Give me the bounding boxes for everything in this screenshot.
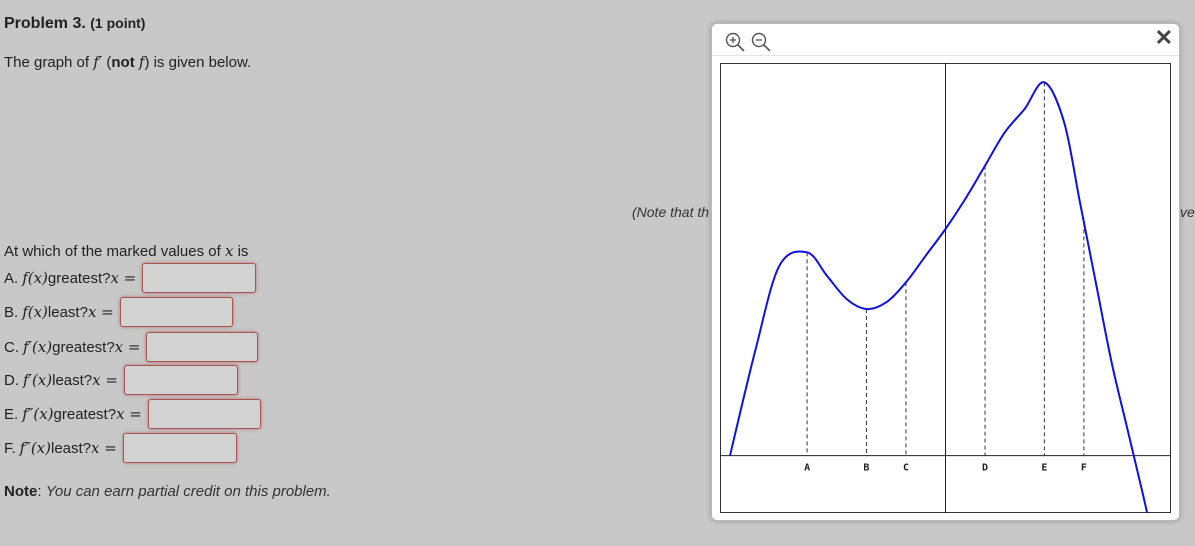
problem-intro: The graph of f′ (not f) is given below. xyxy=(4,53,251,71)
question-function: f′(x) xyxy=(23,371,53,389)
question-letter: F. xyxy=(4,439,16,457)
zoom-out-icon[interactable] xyxy=(750,31,772,53)
question-function: f(x) xyxy=(22,303,48,321)
question-function: f′(x) xyxy=(23,338,53,356)
problem-title: Problem 3. (1 point) xyxy=(4,15,145,33)
marker-label-d: D xyxy=(982,463,988,474)
question-equals: x = xyxy=(92,371,118,389)
intro-close: ) is given below. xyxy=(144,54,252,71)
question-function: f″(x) xyxy=(22,405,54,423)
close-button[interactable]: ✕ xyxy=(1155,26,1173,50)
question-letter: C. xyxy=(4,338,19,356)
question-row: A. f(x) greatest? x = xyxy=(4,261,257,295)
question-text: greatest? xyxy=(53,405,117,423)
marker-label-f: F xyxy=(1081,463,1087,474)
answer-input[interactable] xyxy=(147,399,261,429)
marker-label-e: E xyxy=(1041,463,1047,474)
question-equals: x = xyxy=(114,338,141,356)
intro-prefix: The graph of xyxy=(4,54,94,71)
question-row: D. f′(x) least? x = xyxy=(4,363,238,397)
intro-not: not xyxy=(111,54,135,71)
question-text: least? xyxy=(52,371,93,389)
answer-input[interactable] xyxy=(142,263,257,293)
answer-input[interactable] xyxy=(119,297,233,327)
question-equals: x = xyxy=(116,405,142,423)
credit-label: Note xyxy=(4,483,38,500)
question-text: least? xyxy=(47,303,88,321)
question-row: B. f(x) least? x = xyxy=(4,295,233,329)
intro-fprime: f′ xyxy=(93,53,103,71)
problem-number: Problem 3. xyxy=(4,15,86,32)
question-row: F. f″(x) least? x = xyxy=(4,431,237,465)
graph-note-right: ve xyxy=(1180,204,1195,220)
answer-input[interactable] xyxy=(122,433,237,463)
question-text: greatest? xyxy=(52,338,115,356)
answer-input[interactable] xyxy=(123,365,238,395)
question-letter: E. xyxy=(4,405,19,423)
credit-text: You can earn partial credit on this prob… xyxy=(45,483,331,500)
problem-points: (1 point) xyxy=(90,15,146,31)
question-function: f(x) xyxy=(22,269,48,287)
marker-label-a: A xyxy=(804,463,810,474)
question-equals: x = xyxy=(110,269,137,287)
answer-input[interactable] xyxy=(146,332,259,362)
question-lead: At which of the marked values of x is xyxy=(4,242,248,260)
question-row: E. f″(x) greatest? x = xyxy=(4,397,261,431)
graph-popup: ✕ A B C D E F xyxy=(711,23,1180,521)
question-letter: B. xyxy=(4,303,19,321)
question-letter: D. xyxy=(4,371,19,389)
question-function: f″(x) xyxy=(19,439,51,457)
question-equals: x = xyxy=(91,439,117,457)
credit-colon: : xyxy=(37,483,46,500)
question-letter: A. xyxy=(4,269,19,287)
question-lead-suffix: is xyxy=(233,243,249,260)
question-equals: x = xyxy=(87,303,114,321)
question-text: greatest? xyxy=(47,269,111,287)
question-text: least? xyxy=(51,439,92,457)
zoom-in-icon[interactable] xyxy=(724,31,746,53)
question-row: C. f′(x) greatest? x = xyxy=(4,330,259,364)
credit-note: Note: You can earn partial credit on thi… xyxy=(4,483,331,500)
graph-note-left: (Note that th xyxy=(632,204,710,220)
intro-open: ( xyxy=(102,54,112,71)
popup-divider xyxy=(712,55,1179,56)
question-lead-text: At which of the marked values of xyxy=(4,243,225,260)
marker-label-c: C xyxy=(903,463,909,474)
marker-label-b: B xyxy=(863,463,869,474)
fprime-graph: A B C D E F xyxy=(720,63,1171,513)
